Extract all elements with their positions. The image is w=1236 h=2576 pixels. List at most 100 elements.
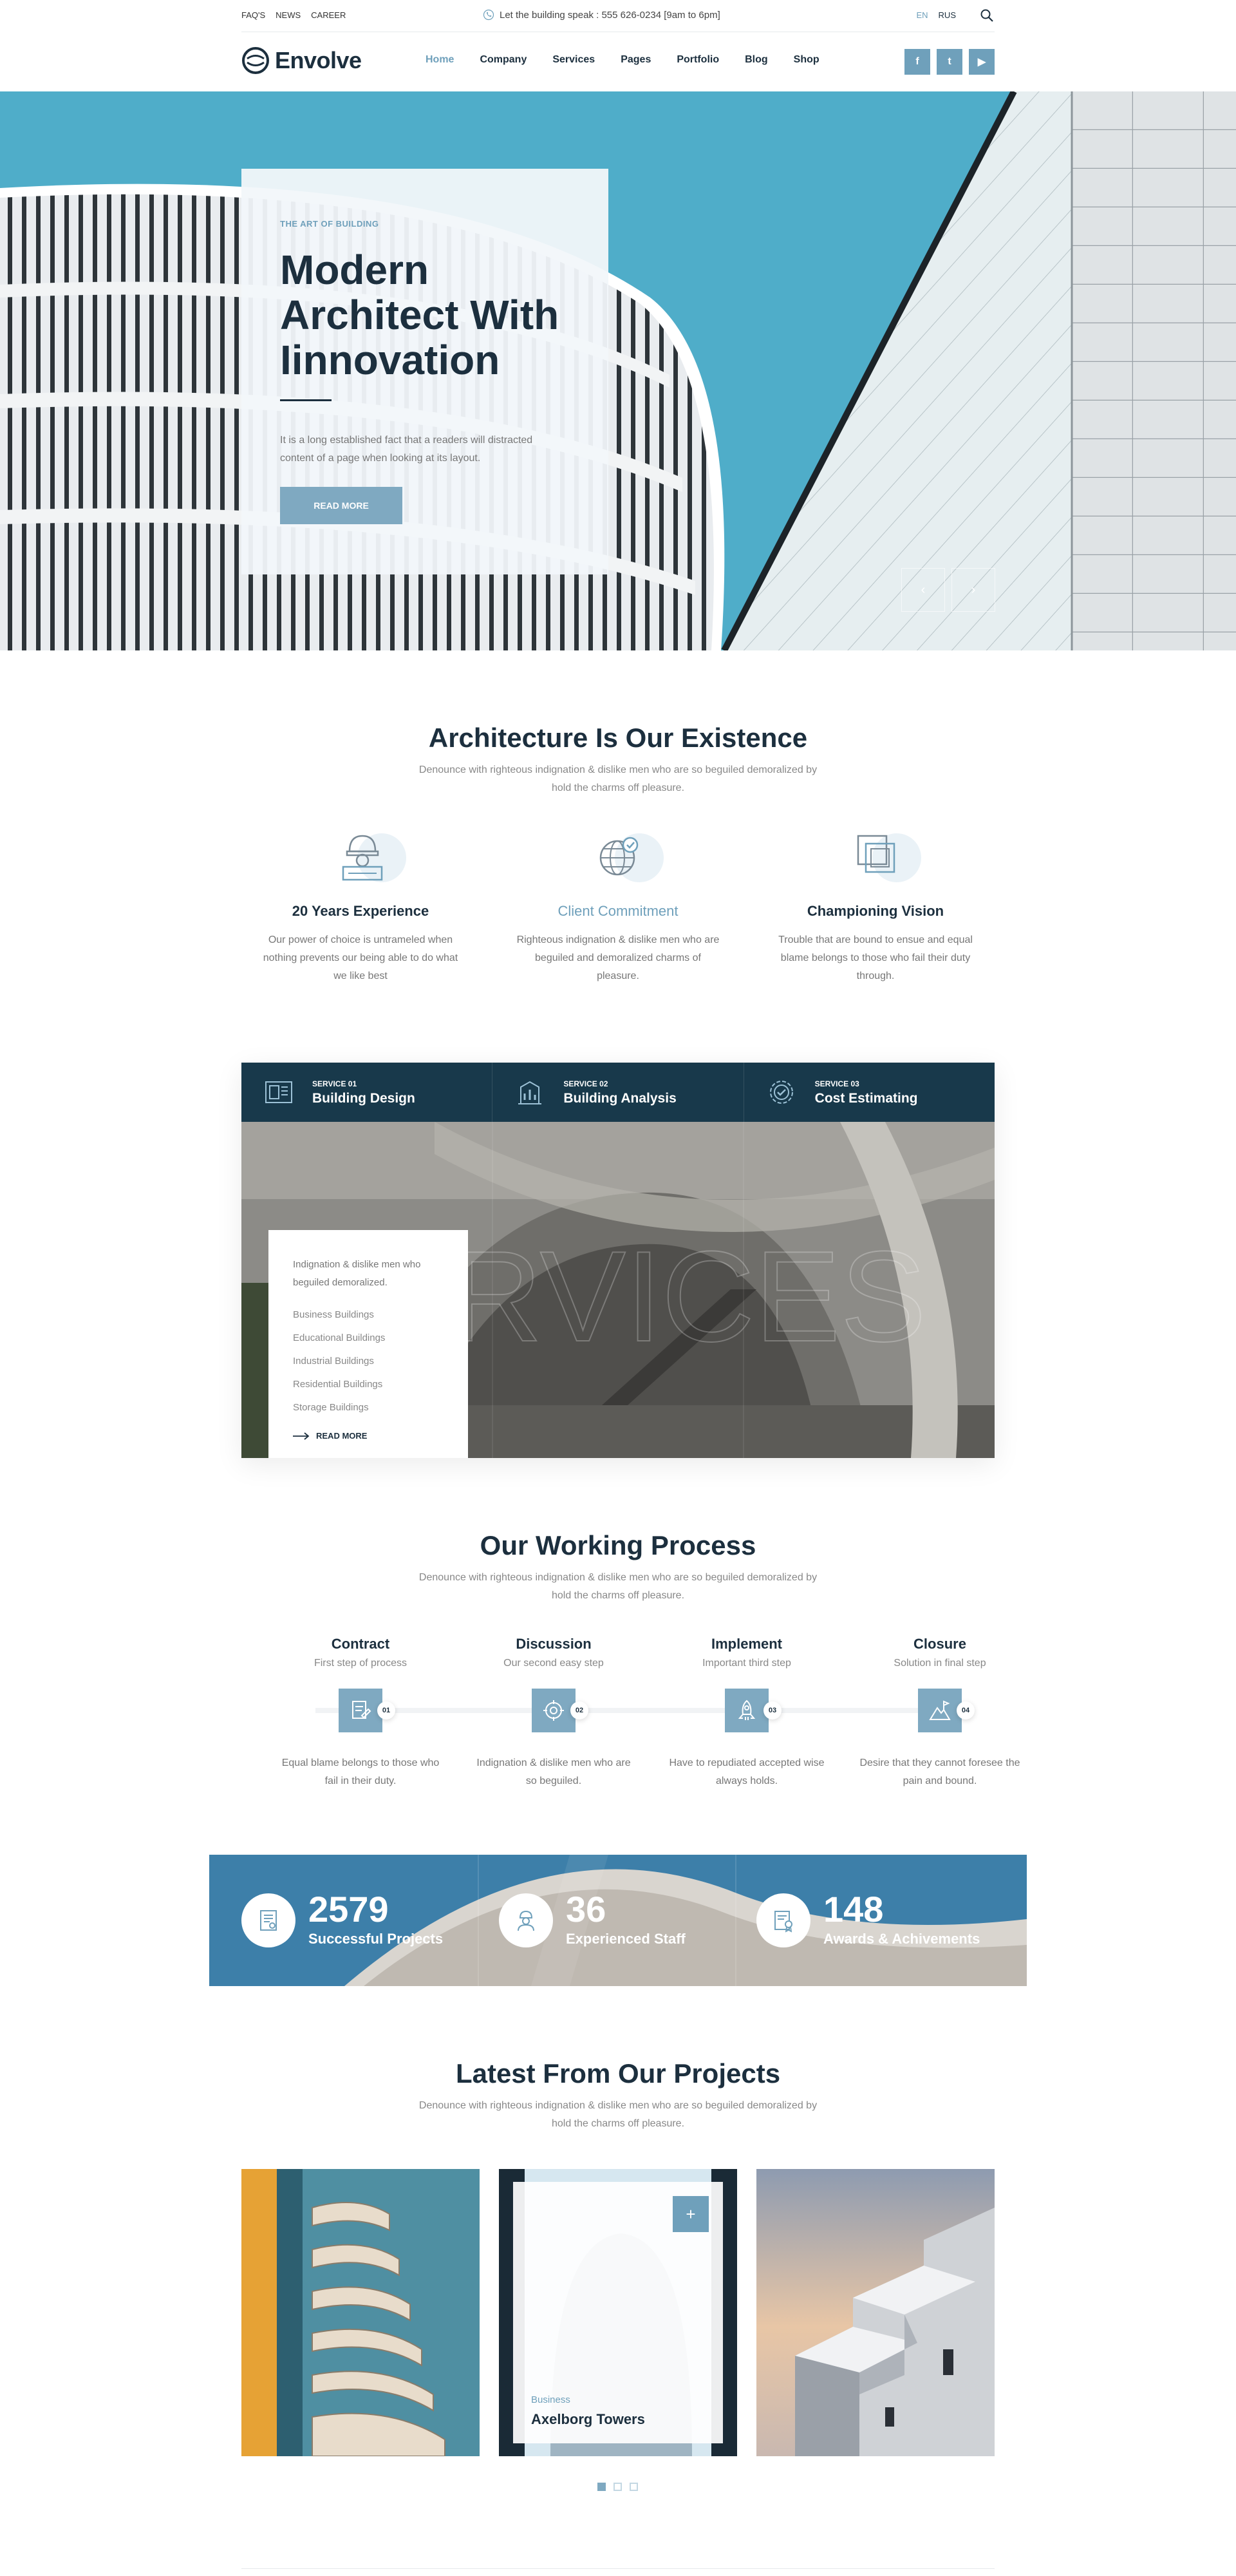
nav-blog[interactable]: Blog: [732, 54, 781, 66]
lang-en[interactable]: EN: [916, 10, 928, 20]
service-list-item[interactable]: Educational Buildings: [293, 1327, 444, 1350]
contract-icon: [352, 1701, 371, 1719]
step-title: Discussion: [516, 1636, 592, 1652]
logo-mark-icon: [242, 47, 269, 74]
estimate-badge-icon: [769, 1081, 793, 1104]
counters-banner: 2579 Successful Projects 36 Experienced …: [209, 1855, 1027, 1986]
analysis-icon: [518, 1081, 542, 1104]
step-text: Desire that they cannot foresee the pain…: [859, 1757, 1020, 1786]
step-title: Contract: [331, 1636, 390, 1652]
step-icon-box: 02: [532, 1689, 588, 1732]
project-name[interactable]: Axelborg Towers: [531, 2411, 645, 2428]
top-links: FAQ'S NEWS CAREER: [241, 10, 346, 20]
nav-shop[interactable]: Shop: [781, 54, 832, 66]
services-tab-bar: SERVICE 01 Building Design SERVICE 02 Bu…: [241, 1063, 995, 1122]
step-number-badge: 02: [570, 1701, 588, 1719]
pagination-dot-active[interactable]: [597, 2483, 606, 2491]
hero-read-more-button[interactable]: READ MORE: [280, 487, 402, 524]
logo[interactable]: Envolve: [241, 46, 362, 75]
project-plus-button[interactable]: +: [673, 2196, 709, 2232]
pagination-dot[interactable]: [613, 2483, 622, 2491]
step-icon-box: 01: [339, 1689, 395, 1732]
nav-services[interactable]: Services: [539, 54, 608, 66]
counter-number: 36: [566, 1889, 606, 1929]
lang-rus[interactable]: RUS: [939, 10, 956, 20]
service-list-item[interactable]: Business Buildings: [293, 1303, 444, 1327]
feature-text: Righteous indignation & dislike men who …: [516, 934, 720, 981]
projects-subtitle: Denounce with righteous indignation & di…: [418, 2100, 818, 2129]
service-number: SERVICE 01: [312, 1079, 357, 1088]
process-step-implement: Implement Important third step 03 Have t…: [650, 1636, 843, 1790]
step-number-badge: 04: [957, 1701, 975, 1719]
nav-home[interactable]: Home: [413, 54, 467, 66]
nav-company[interactable]: Company: [467, 54, 539, 66]
process-subtitle: Denounce with righteous indignation & di…: [418, 1572, 818, 1601]
tab-building-analysis[interactable]: SERVICE 02 Building Analysis: [492, 1063, 744, 1122]
project-card[interactable]: [756, 2169, 995, 2456]
process-step-closure: Closure Solution in final step 04 Desire…: [843, 1636, 1036, 1790]
process-title: Our Working Process: [480, 1530, 756, 1560]
nav-pages[interactable]: Pages: [608, 54, 664, 66]
feature-title: 20 Years Experience: [292, 903, 429, 919]
service-name: Cost Estimating: [814, 1091, 918, 1106]
feature-commitment: Client Commitment Righteous indignation …: [492, 824, 744, 985]
process-step-contract: Contract First step of process 01 Equal …: [264, 1636, 457, 1790]
engineer-icon: [342, 835, 383, 881]
faqs-link[interactable]: FAQ'S: [241, 10, 265, 20]
feature-vision: Championing Vision Trouble that are boun…: [750, 824, 1001, 985]
hero-background-image: [0, 91, 1236, 650]
service-list-item[interactable]: Residential Buildings: [293, 1373, 444, 1396]
step-subtitle: Important third step: [702, 1658, 791, 1669]
hero-divider: [280, 399, 332, 401]
counter-number: 2579: [308, 1889, 389, 1929]
project-card-featured[interactable]: + Business Axelborg Towers: [499, 2169, 737, 2456]
counter-label: Awards & Achivements: [823, 1931, 980, 1947]
feature-icon-wrap: [583, 824, 664, 889]
counter-label: Successful Projects: [308, 1931, 444, 1947]
step-number-badge: 03: [763, 1701, 782, 1719]
top-bar: FAQ'S NEWS CAREER Let the building speak…: [0, 0, 1236, 32]
counter-icon-circle: [499, 1893, 553, 1947]
news-link[interactable]: NEWS: [276, 10, 301, 20]
tab-cost-estimating[interactable]: SERVICE 03 Cost Estimating: [744, 1063, 995, 1122]
counter-label: Experienced Staff: [566, 1931, 686, 1947]
blueprint-icon: [265, 1081, 292, 1103]
twitter-icon[interactable]: t: [937, 49, 962, 75]
service-list-item[interactable]: Storage Buildings: [293, 1396, 444, 1419]
pagination-dot[interactable]: [630, 2483, 638, 2491]
social-links: f t ▶: [904, 49, 995, 75]
step-title: Closure: [913, 1636, 966, 1652]
arrow-right-icon: [293, 1432, 310, 1440]
project-category[interactable]: Business: [531, 2394, 570, 2405]
feature-text: Trouble that are bound to ensue and equa…: [778, 934, 973, 981]
step-subtitle: Our second easy step: [503, 1658, 604, 1669]
step-text: Have to repudiated accepted wise always …: [669, 1757, 825, 1786]
facebook-icon[interactable]: f: [904, 49, 930, 75]
step-subtitle: First step of process: [314, 1658, 407, 1669]
hero-slider: THE ART OF BUILDING Modern Architect Wit…: [0, 91, 1236, 650]
service-list-item[interactable]: Industrial Buildings: [293, 1350, 444, 1373]
phone-info: Let the building speak : 555 626-0234 [9…: [483, 9, 720, 21]
feature-title: Client Commitment: [557, 903, 679, 919]
nav-portfolio[interactable]: Portfolio: [664, 54, 732, 66]
phone-text: Let the building speak : 555 626-0234 [9…: [500, 9, 720, 21]
service-read-more-link[interactable]: READ MORE: [293, 1431, 444, 1441]
youtube-icon[interactable]: ▶: [969, 49, 995, 75]
step-text: Indignation & dislike men who are so beg…: [476, 1757, 631, 1786]
footer-divider: [241, 2568, 995, 2569]
existence-subtitle: Denounce with righteous indignation & di…: [418, 764, 818, 793]
tab-building-design[interactable]: SERVICE 01 Building Design: [241, 1063, 493, 1122]
project-card[interactable]: [241, 2169, 480, 2456]
process-step-discussion: Discussion Our second easy step 02 Indig…: [457, 1636, 650, 1790]
prev-slide-button[interactable]: ‹: [901, 568, 945, 612]
hero-arrows: ‹ ›: [901, 568, 995, 612]
service-number: SERVICE 03: [814, 1079, 859, 1088]
career-link[interactable]: CAREER: [311, 10, 346, 20]
next-slide-button[interactable]: ›: [951, 568, 995, 612]
search-icon[interactable]: [979, 8, 995, 23]
projects-pagination: [597, 2483, 638, 2491]
step-title: Implement: [711, 1636, 783, 1652]
step-number-badge: 01: [377, 1701, 395, 1719]
top-bar-inner: FAQ'S NEWS CAREER Let the building speak…: [241, 0, 995, 32]
service-detail-card: Indignation & dislike men who beguiled d…: [268, 1230, 468, 1458]
